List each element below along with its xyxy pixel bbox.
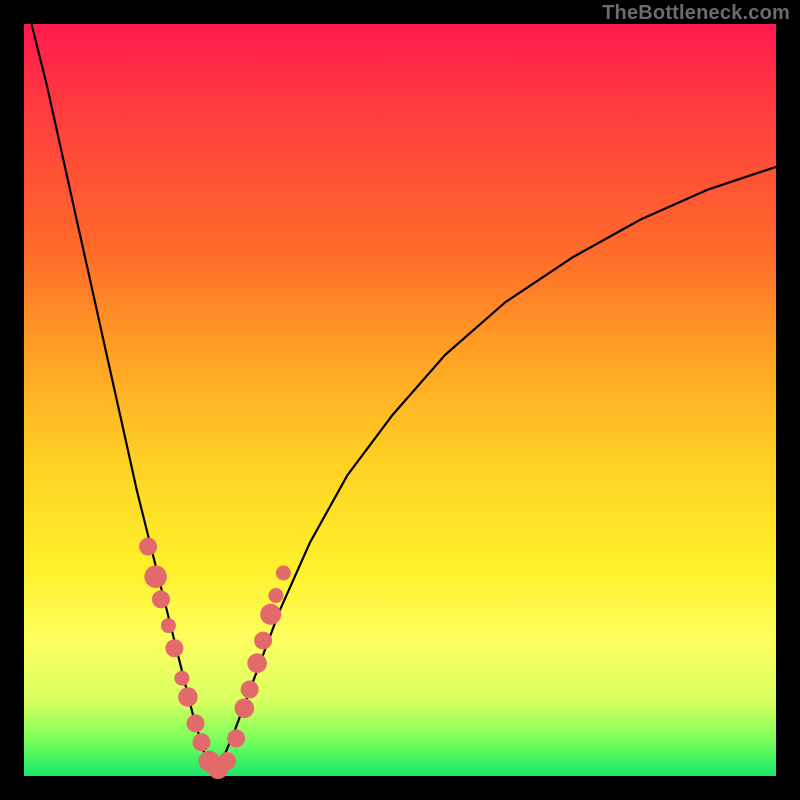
plot-area bbox=[24, 24, 776, 776]
sample-marker bbox=[144, 565, 167, 588]
sample-marker bbox=[161, 618, 176, 633]
curve-left-branch bbox=[32, 24, 216, 776]
sample-marker bbox=[241, 681, 259, 699]
sample-marker bbox=[247, 653, 267, 673]
sample-marker bbox=[193, 733, 211, 751]
sample-marker bbox=[254, 632, 272, 650]
sample-marker bbox=[139, 538, 157, 556]
watermark-text: TheBottleneck.com bbox=[602, 2, 790, 25]
sample-marker bbox=[178, 687, 198, 707]
sample-marker bbox=[165, 639, 183, 657]
sample-marker bbox=[227, 729, 245, 747]
sample-marker bbox=[218, 752, 236, 770]
sample-marker bbox=[268, 588, 283, 603]
curve-right-branch bbox=[216, 167, 776, 776]
sample-marker bbox=[152, 590, 170, 608]
sample-markers bbox=[139, 538, 291, 779]
sample-marker bbox=[187, 714, 205, 732]
sample-marker bbox=[276, 566, 291, 581]
sample-marker bbox=[235, 699, 255, 719]
chart-svg bbox=[24, 24, 776, 776]
outer-frame: TheBottleneck.com bbox=[0, 0, 800, 800]
sample-marker bbox=[260, 604, 281, 625]
sample-marker bbox=[174, 671, 189, 686]
